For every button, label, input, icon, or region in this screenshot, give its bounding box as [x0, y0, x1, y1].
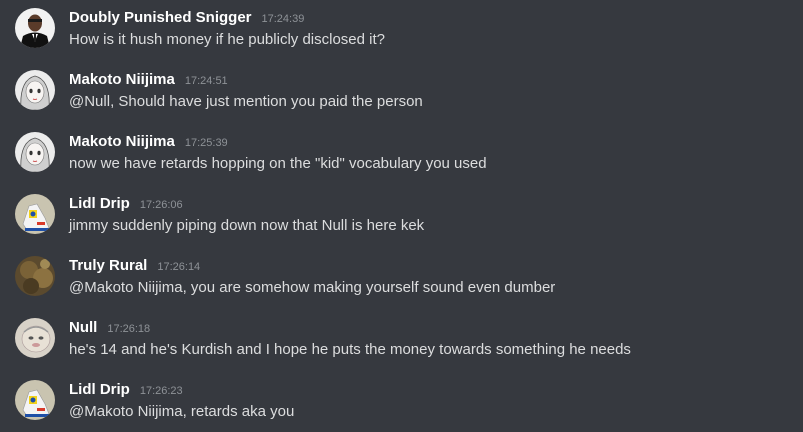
- message-header: Null 17:26:18: [69, 317, 150, 339]
- chat-message-list: Doubly Punished Snigger 17:24:39 How is i…: [0, 0, 803, 432]
- message-timestamp: 17:24:51: [184, 75, 228, 87]
- author-name[interactable]: Null: [69, 319, 97, 336]
- message-content: @Null, Should have just mention you paid…: [69, 93, 423, 110]
- lidl-sneaker-avatar-icon: [15, 194, 55, 234]
- user-avatar[interactable]: [15, 132, 55, 172]
- user-avatar[interactable]: [15, 8, 55, 48]
- message-content: now we have retards hopping on the "kid"…: [69, 155, 487, 172]
- author-name[interactable]: Lidl Drip: [69, 381, 130, 398]
- message-timestamp: 17:26:23: [139, 385, 183, 397]
- message-header: Makoto Niijima 17:25:39: [69, 131, 228, 153]
- cartoon-face-avatar-icon: [15, 318, 55, 358]
- message-header: Makoto Niijima 17:24:51: [69, 69, 228, 91]
- message-header: Doubly Punished Snigger 17:24:39: [69, 7, 304, 29]
- author-name[interactable]: Doubly Punished Snigger: [69, 9, 252, 26]
- author-name[interactable]: Truly Rural: [69, 257, 147, 274]
- manga-girl-avatar-icon: [15, 70, 55, 110]
- chat-message: Makoto Niijima 17:24:51 @Null, Should hav…: [0, 70, 803, 132]
- user-avatar[interactable]: [15, 70, 55, 110]
- author-name[interactable]: Makoto Niijima: [69, 71, 175, 88]
- manga-girl-avatar-icon: [15, 132, 55, 172]
- lidl-sneaker-avatar-icon: [15, 380, 55, 420]
- chat-message: Doubly Punished Snigger 17:24:39 How is i…: [0, 8, 803, 70]
- author-name[interactable]: Makoto Niijima: [69, 133, 175, 150]
- message-content: @Makoto Niijima, retards aka you: [69, 403, 295, 420]
- message-content: @Makoto Niijima, you are somehow making …: [69, 279, 556, 296]
- man-in-suit-avatar-icon: [15, 8, 55, 48]
- message-timestamp: 17:26:14: [157, 261, 201, 273]
- message-content: jimmy suddenly piping down now that Null…: [69, 217, 425, 234]
- message-content: How is it hush money if he publicly disc…: [69, 31, 385, 48]
- chat-message: Lidl Drip 17:26:06 jimmy suddenly piping …: [0, 194, 803, 256]
- chat-message: Makoto Niijima 17:25:39 now we have retar…: [0, 132, 803, 194]
- message-timestamp: 17:24:39: [261, 13, 305, 25]
- user-avatar[interactable]: [15, 256, 55, 296]
- author-name[interactable]: Lidl Drip: [69, 195, 130, 212]
- user-avatar[interactable]: [15, 380, 55, 420]
- chat-message: Null 17:26:18 he's 14 and he's Kurdish an…: [0, 318, 803, 380]
- message-header: Truly Rural 17:26:14: [69, 255, 200, 277]
- message-content: he's 14 and he's Kurdish and I hope he p…: [69, 341, 631, 358]
- message-header: Lidl Drip 17:26:06: [69, 193, 183, 215]
- user-avatar[interactable]: [15, 318, 55, 358]
- user-avatar[interactable]: [15, 194, 55, 234]
- chat-message: Truly Rural 17:26:14 @Makoto Niijima, you…: [0, 256, 803, 318]
- rural-brown-avatar-icon: [15, 256, 55, 296]
- message-header: Lidl Drip 17:26:23: [69, 379, 183, 401]
- message-timestamp: 17:25:39: [184, 137, 228, 149]
- chat-message: Lidl Drip 17:26:23 @Makoto Niijima, retar…: [0, 380, 803, 432]
- message-timestamp: 17:26:06: [139, 199, 183, 211]
- message-timestamp: 17:26:18: [107, 323, 151, 335]
